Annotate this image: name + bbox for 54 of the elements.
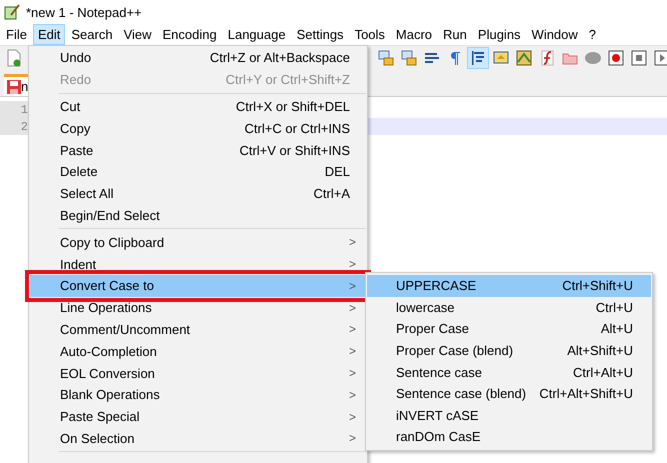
play-icon xyxy=(654,50,667,66)
menu-bar-item[interactable]: Search xyxy=(66,24,118,45)
map-icon xyxy=(516,50,532,66)
folder-icon xyxy=(562,51,578,65)
menu-bar-item[interactable]: Tools xyxy=(350,24,390,45)
menu-item[interactable]: Begin/End Select xyxy=(30,204,366,226)
lock-icon xyxy=(378,50,394,66)
menu-item[interactable]: EOL Conversion > xyxy=(30,362,366,384)
menu-bar-item[interactable]: Settings xyxy=(292,24,349,45)
menu-bar-item[interactable]: Edit xyxy=(32,24,66,45)
menu-bar-item[interactable]: Language xyxy=(222,24,291,45)
pilcrow-icon xyxy=(449,50,461,66)
menu-item[interactable]: lowercase Ctrl+U xyxy=(367,296,651,318)
lock-icon xyxy=(401,50,417,66)
function-icon xyxy=(539,50,555,66)
menu-item[interactable]: ranDOm CasE xyxy=(367,426,651,448)
menu-item[interactable]: Delete DEL xyxy=(30,160,366,183)
menu-item[interactable]: Sentence case Ctrl+Alt+U xyxy=(367,361,651,383)
record-icon xyxy=(608,50,624,66)
menu-bar-item[interactable]: Window xyxy=(526,24,583,45)
menu-item[interactable]: Comment/Uncomment > xyxy=(30,318,366,340)
menu-bar-item[interactable]: Plugins xyxy=(472,24,526,45)
menu-item[interactable]: Paste Special > xyxy=(30,406,366,428)
menu-item[interactable]: Select All Ctrl+A xyxy=(30,182,366,205)
notepad-icon xyxy=(4,4,20,20)
stop-icon xyxy=(631,50,647,66)
menu-item[interactable]: Proper Case Alt+U xyxy=(367,318,651,340)
wrap-icon xyxy=(424,51,440,65)
menu-item[interactable]: Copy to Clipboard > xyxy=(30,231,366,254)
window-title: *new 1 - Notepad++ xyxy=(26,4,142,20)
new-file-icon[interactable] xyxy=(6,49,22,67)
tab-title: n xyxy=(21,79,28,94)
menu-bar-item[interactable]: Macro xyxy=(390,24,438,45)
menu-item[interactable]: iNVERT cASE xyxy=(367,404,651,426)
menu-bar-item[interactable]: ? xyxy=(584,24,602,45)
menu-item[interactable]: Sentence case (blend) Ctrl+Alt+Shift+U xyxy=(367,382,651,405)
menu-item[interactable]: On Selection > xyxy=(30,428,366,450)
menu-item[interactable]: Auto-Completion > xyxy=(30,340,366,362)
menu-bar-item[interactable]: File xyxy=(1,24,32,45)
menu-item[interactable]: UPPERCASE Ctrl+Shift+U xyxy=(367,275,651,297)
save-icon xyxy=(7,80,21,94)
menu-item[interactable]: Convert Case to > xyxy=(30,274,366,297)
menu-item[interactable]: Indent > xyxy=(30,253,366,275)
toolbar-button[interactable] xyxy=(467,47,489,69)
menu-item[interactable]: Proper Case (blend) Alt+Shift+U xyxy=(367,340,651,362)
menu-bar-item[interactable]: Encoding xyxy=(158,24,222,45)
menu-item[interactable]: Paste Ctrl+V or Shift+INS xyxy=(30,139,366,161)
cloud-icon xyxy=(584,51,602,65)
indent-guide-icon xyxy=(470,50,486,66)
folded-page-icon xyxy=(493,50,509,66)
menu-bar-item[interactable]: Run xyxy=(438,24,472,45)
menu-bar-item[interactable]: View xyxy=(118,24,157,45)
menu-item[interactable]: Line Operations > xyxy=(30,296,366,319)
menu-item[interactable]: Blank Operations > xyxy=(30,384,366,406)
